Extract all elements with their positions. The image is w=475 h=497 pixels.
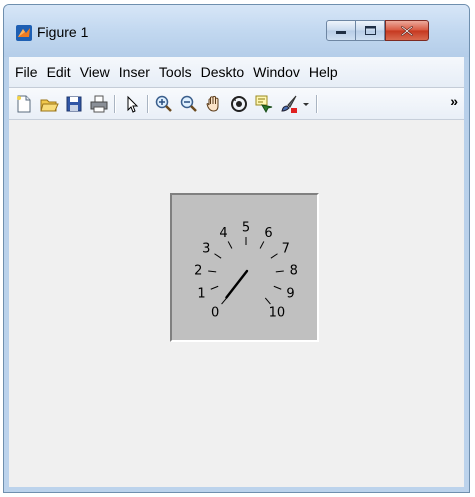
menu-bar: File Edit View Inser Tools Deskto Windov… <box>9 57 464 88</box>
gauge-label-3: 3 <box>202 242 210 257</box>
rotate-3d-icon[interactable] <box>229 94 249 114</box>
menu-window[interactable]: Windov <box>250 64 303 80</box>
save-icon[interactable] <box>64 94 84 114</box>
data-cursor-icon[interactable] <box>254 94 274 114</box>
menu-desktop[interactable]: Deskto <box>198 64 248 80</box>
brush-icon[interactable] <box>279 94 299 114</box>
gauge-tick-3 <box>214 253 222 259</box>
gauge-tick-8 <box>275 270 284 273</box>
pan-icon[interactable] <box>204 94 224 114</box>
pointer-icon[interactable] <box>122 94 142 114</box>
gauge-label-5: 5 <box>242 221 250 236</box>
gauge-label-2: 2 <box>194 263 202 278</box>
gauge-tick-10 <box>264 297 271 305</box>
figure-window: Figure 1 File Edit View Inser Tools Desk… <box>3 4 470 493</box>
gauge-needle <box>225 269 249 299</box>
figure-canvas: 10 9 8 7 6 5 4 3 2 1 0 <box>9 120 464 487</box>
gauge-label-9: 9 <box>286 286 294 301</box>
gauge-label-1: 1 <box>197 286 205 301</box>
gauge-tick-1 <box>210 285 219 290</box>
gauge-tick-6 <box>259 241 265 249</box>
menu-edit[interactable]: Edit <box>44 64 74 80</box>
close-button[interactable] <box>385 20 429 41</box>
toolbar-separator <box>316 95 318 113</box>
chevron-down-icon[interactable] <box>301 94 311 114</box>
gauge-label-7: 7 <box>282 242 290 257</box>
menu-help[interactable]: Help <box>306 64 341 80</box>
menu-file[interactable]: File <box>12 64 41 80</box>
gauge-label-10: 10 <box>269 305 286 320</box>
open-file-icon[interactable] <box>39 94 59 114</box>
figure-toolbar: » <box>9 88 464 120</box>
gauge-tick-7 <box>270 253 278 259</box>
gauge-label-8: 8 <box>290 263 298 278</box>
zoom-out-icon[interactable] <box>179 94 199 114</box>
toolbar-separator <box>114 95 116 113</box>
gauge-tick-4 <box>227 241 233 249</box>
title-bar[interactable]: Figure 1 <box>4 5 469 57</box>
toolbar-overflow-button[interactable]: » <box>450 93 458 109</box>
new-figure-icon[interactable] <box>14 94 34 114</box>
gauge-tick-9 <box>273 285 282 290</box>
menu-tools[interactable]: Tools <box>156 64 195 80</box>
window-title: Figure 1 <box>37 24 89 40</box>
gauge-tick-0 <box>221 297 228 305</box>
gauge-label-4: 4 <box>219 226 227 241</box>
gauge-widget: 10 9 8 7 6 5 4 3 2 1 0 <box>170 193 319 342</box>
gauge-label-6: 6 <box>264 226 272 241</box>
menu-view[interactable]: View <box>77 64 113 80</box>
gauge-tick-2 <box>208 270 217 273</box>
maximize-button[interactable] <box>355 20 385 41</box>
zoom-in-icon[interactable] <box>154 94 174 114</box>
gauge-dial: 109876543210 <box>194 221 298 321</box>
toolbar-separator <box>147 95 149 113</box>
matlab-logo-icon <box>16 25 32 41</box>
menu-insert[interactable]: Inser <box>116 64 153 80</box>
gauge-label-0: 0 <box>211 305 219 320</box>
minimize-button[interactable] <box>326 20 356 41</box>
print-icon[interactable] <box>89 94 109 114</box>
